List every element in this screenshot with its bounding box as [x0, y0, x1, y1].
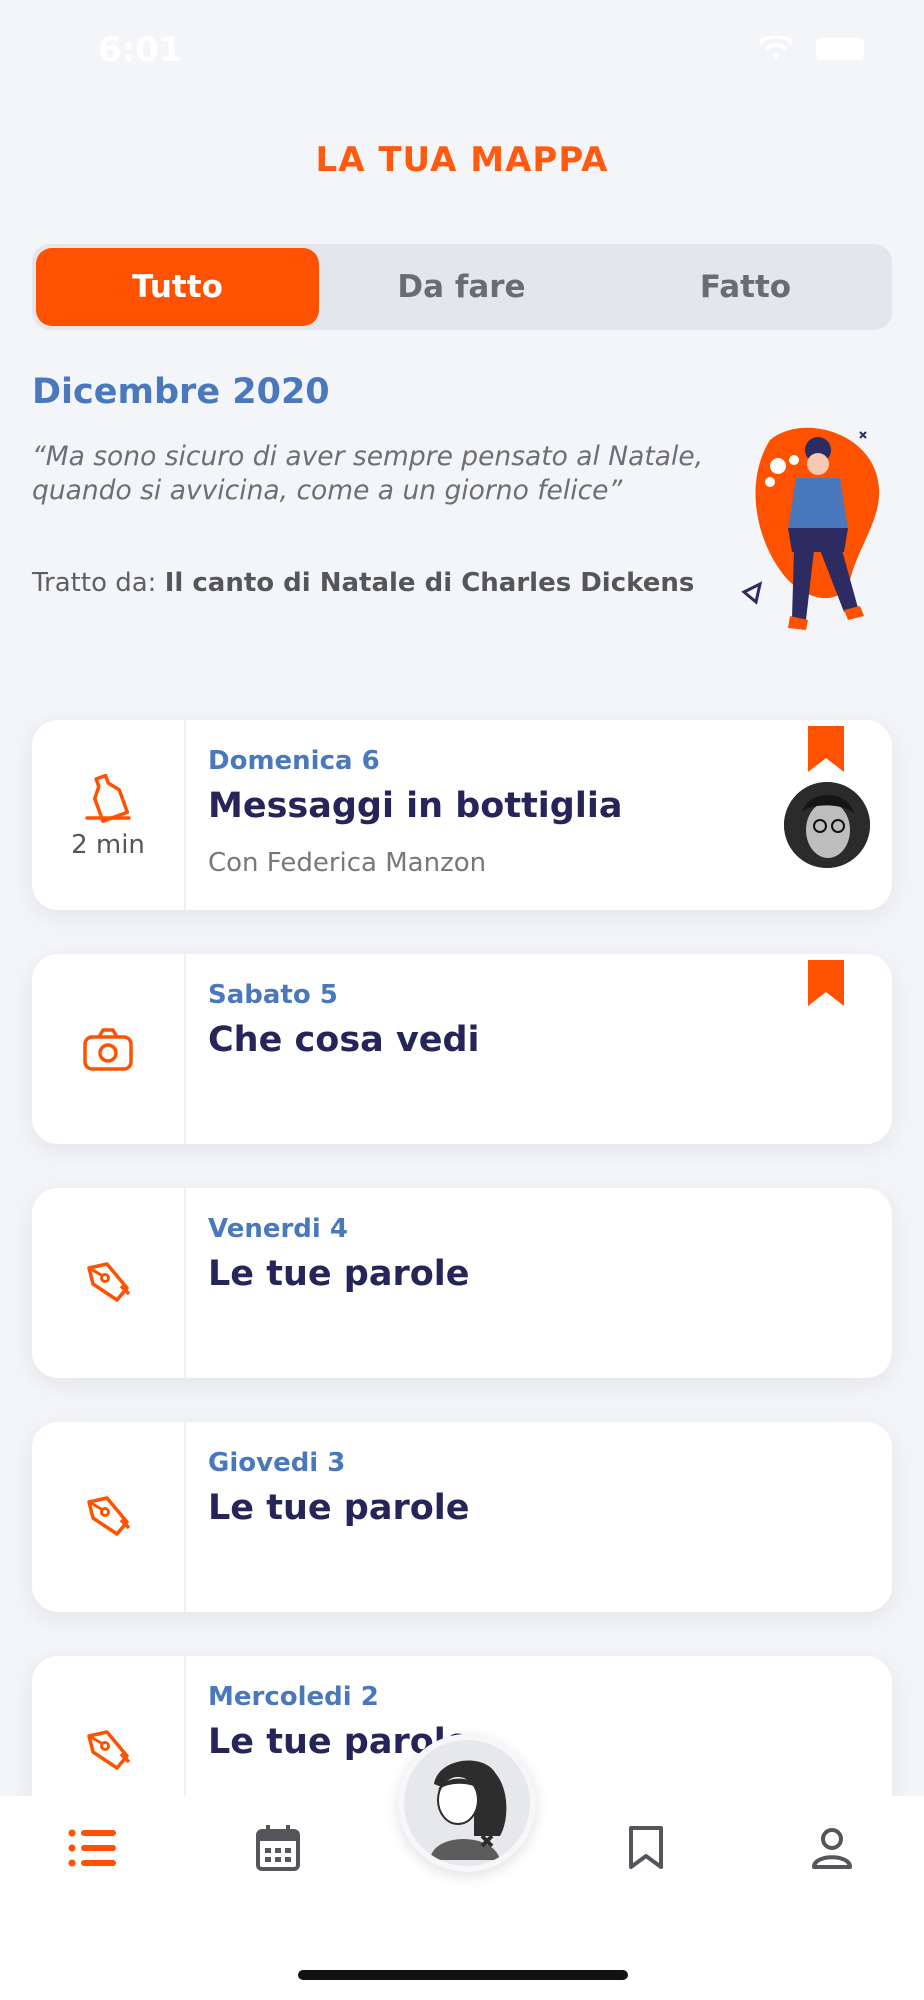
segment-da-fare[interactable]: Da fare — [320, 248, 603, 326]
author-avatar — [784, 782, 870, 868]
author-photo — [784, 782, 870, 868]
page-title: LA TUA MAPPA — [315, 140, 609, 180]
status-bar: 6:01 — [0, 0, 924, 100]
card-day: Sabato 5 — [208, 980, 338, 1010]
card-left-panel — [32, 1422, 186, 1612]
card-title: Messaggi in bottiglia — [208, 786, 623, 826]
status-icons — [758, 36, 864, 62]
duration-label: 2 min — [71, 830, 145, 860]
activity-card[interactable]: Venerdi 4 Le tue parole — [32, 1188, 892, 1378]
bookmark-icon[interactable] — [808, 960, 844, 1006]
card-title: Che cosa vedi — [208, 1020, 480, 1060]
battery-icon — [816, 38, 864, 60]
bookmark-icon[interactable] — [808, 726, 844, 772]
camera-icon — [83, 1028, 133, 1071]
home-indicator — [298, 1970, 628, 1980]
list-icon — [68, 1829, 116, 1867]
profile-icon — [812, 1828, 852, 1869]
card-title: Le tue parole — [208, 1488, 470, 1528]
source-prefix: Tratto da: — [32, 568, 165, 598]
nav-calendar[interactable] — [248, 1818, 308, 1878]
status-time: 6:01 — [98, 30, 183, 70]
card-day: Domenica 6 — [208, 746, 380, 776]
quote-text: “Ma sono sicuro di aver sempre pensato a… — [32, 441, 704, 506]
card-day: Mercoledi 2 — [208, 1682, 379, 1712]
card-subtitle: Con Federica Manzon — [208, 848, 487, 878]
bottle-icon — [85, 773, 131, 823]
nav-profile[interactable] — [802, 1818, 862, 1878]
pen-icon — [87, 1730, 131, 1770]
character-avatar-button[interactable] — [398, 1734, 536, 1872]
character-avatar — [404, 1740, 530, 1866]
card-day: Giovedi 3 — [208, 1448, 346, 1478]
card-left-panel — [32, 954, 186, 1144]
activity-card[interactable]: Sabato 5 Che cosa vedi — [32, 954, 892, 1144]
winter-girl-illustration — [741, 427, 880, 630]
activity-card[interactable]: Giovedi 3 Le tue parole — [32, 1422, 892, 1612]
bookmark-icon — [629, 1826, 663, 1869]
pen-icon — [87, 1496, 131, 1536]
quote-source: Tratto da: Il canto di Natale di Charles… — [32, 568, 694, 598]
calendar-icon — [256, 1825, 300, 1871]
segment-tutto[interactable]: Tutto — [36, 248, 319, 326]
nav-bookmarks[interactable] — [616, 1818, 676, 1878]
wifi-icon — [758, 36, 794, 60]
card-title: Le tue parole — [208, 1254, 470, 1294]
filter-segmented-control: Tutto Da fare Fatto — [32, 244, 892, 330]
segment-fatto[interactable]: Fatto — [604, 248, 887, 326]
pen-icon — [87, 1262, 131, 1302]
activity-card[interactable]: 2 min Domenica 6 Messaggi in bottiglia C… — [32, 720, 892, 910]
source-title: Il canto di Natale di Charles Dickens — [164, 568, 695, 598]
card-day: Venerdi 4 — [208, 1214, 348, 1244]
card-left-panel — [32, 1188, 186, 1378]
month-heading: Dicembre 2020 — [32, 372, 330, 412]
nav-list[interactable] — [62, 1818, 122, 1878]
card-left-panel: 2 min — [32, 720, 186, 910]
